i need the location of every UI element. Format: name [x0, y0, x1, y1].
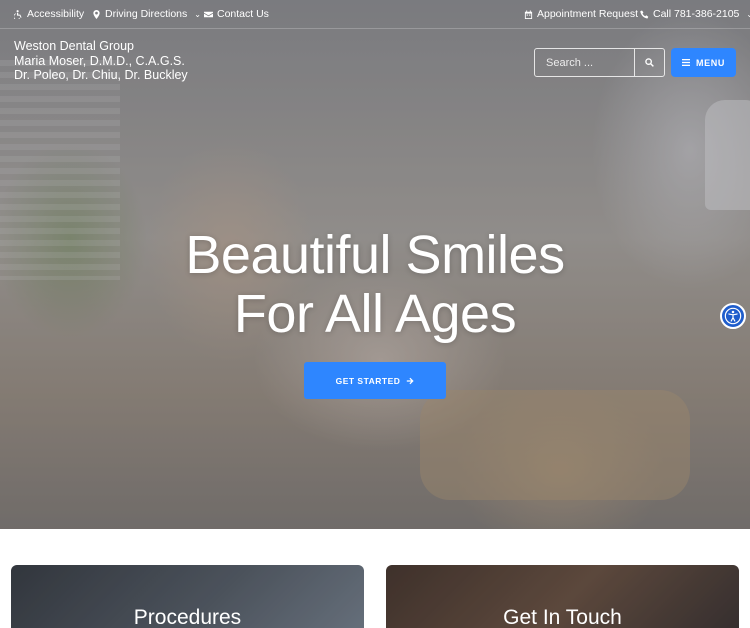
procedures-card[interactable]: Procedures — [11, 565, 364, 628]
wheelchair-icon — [14, 9, 22, 19]
menu-button[interactable]: MENU — [671, 48, 736, 77]
brand-practice-name: Weston Dental Group — [14, 39, 134, 53]
search-input[interactable] — [535, 49, 634, 76]
search-form — [534, 48, 665, 77]
call-dropdown[interactable]: Call 781-386-2105 ⌄ — [640, 8, 750, 20]
hero-headline-line-2: For All Ages — [233, 284, 517, 344]
chevron-down-icon: ⌄ — [194, 9, 201, 19]
accessibility-person-icon — [724, 307, 742, 325]
accessibility-widget-button[interactable] — [720, 303, 746, 329]
get-in-touch-card[interactable]: Get In Touch — [386, 565, 739, 628]
procedures-card-title: Procedures — [133, 606, 242, 628]
search-icon — [645, 58, 654, 67]
hero-headline: Beautiful Smiles For All Ages — [0, 226, 750, 344]
call-label: Call 781-386-2105 — [653, 8, 740, 20]
hero-banner: Accessibility Driving Directions ⌄ Conta… — [0, 0, 750, 529]
get-in-touch-card-title: Get In Touch — [503, 606, 622, 628]
envelope-icon — [204, 11, 213, 17]
utility-bar: Accessibility Driving Directions ⌄ Conta… — [0, 0, 750, 29]
appointment-request-label: Appointment Request — [537, 8, 638, 20]
get-started-label: GET STARTED — [335, 375, 401, 386]
hero-headline-line-1: Beautiful Smiles — [185, 225, 565, 285]
hamburger-icon — [682, 59, 691, 66]
driving-directions-dropdown[interactable]: Driving Directions ⌄ — [92, 8, 201, 20]
brand-doctor-line: Maria Moser, D.M.D., C.A.G.S. — [14, 53, 185, 68]
arrow-right-icon — [407, 377, 415, 384]
search-button[interactable] — [634, 49, 664, 76]
appointment-request-link[interactable]: Appointment Request — [524, 8, 638, 20]
chevron-down-icon: ⌄ — [746, 9, 750, 19]
driving-directions-label: Driving Directions — [105, 8, 188, 20]
menu-label: MENU — [696, 57, 725, 68]
accessibility-label: Accessibility — [27, 8, 85, 20]
brand-associates-line: Dr. Poleo, Dr. Chiu, Dr. Buckley — [14, 68, 188, 82]
contact-us-label: Contact Us — [217, 8, 269, 20]
map-marker-icon — [93, 9, 100, 19]
contact-us-link[interactable]: Contact Us — [204, 8, 269, 20]
site-logo-text[interactable]: Weston Dental Group Maria Moser, D.M.D.,… — [14, 39, 188, 83]
phone-icon — [640, 9, 649, 18]
accessibility-link[interactable]: Accessibility — [14, 8, 84, 20]
calendar-icon — [524, 9, 533, 19]
get-started-button[interactable]: GET STARTED — [304, 362, 446, 399]
